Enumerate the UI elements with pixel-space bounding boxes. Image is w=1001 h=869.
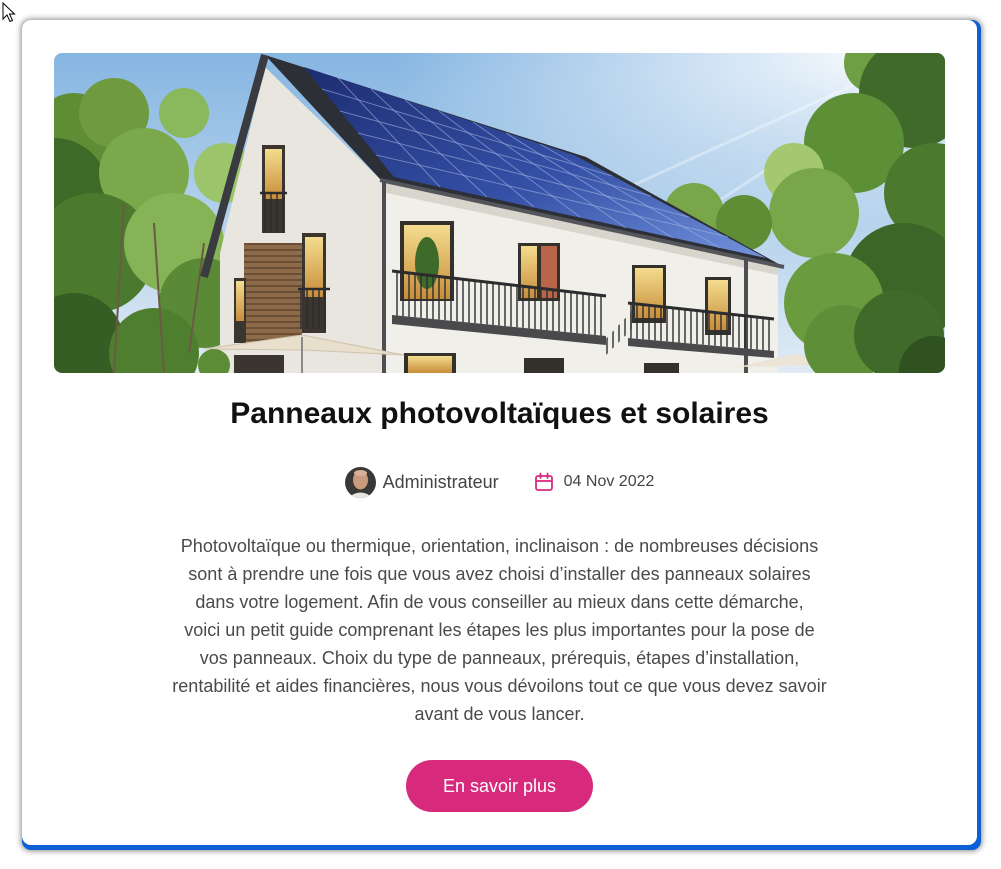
excerpt-line: voici un petit guide comprenant les étap… xyxy=(184,620,815,640)
post-date: 04 Nov 2022 xyxy=(563,473,655,490)
excerpt-line: vos panneaux. Choix du type de panneaux,… xyxy=(199,648,800,668)
excerpt-line: rentabilité et aides financières, nous v… xyxy=(172,676,827,696)
author-avatar xyxy=(344,466,376,498)
excerpt-line: sont à prendre une fois que vous avez ch… xyxy=(188,564,811,584)
calendar-icon xyxy=(534,472,554,492)
excerpt-line: Photovoltaïque ou thermique, orientation… xyxy=(180,536,819,556)
author-name[interactable]: Administrateur xyxy=(383,472,499,493)
excerpt-line: avant de vous lancer. xyxy=(414,704,585,724)
post-title[interactable]: Panneaux photovoltaïques et solaires xyxy=(22,393,977,435)
read-more-button[interactable]: En savoir plus xyxy=(406,760,593,812)
mouse-pointer-icon xyxy=(2,1,16,23)
post-image[interactable] xyxy=(54,53,945,373)
post-meta: Administrateur 04 Nov 2022 xyxy=(22,465,977,499)
blog-post-card: Panneaux photovoltaïques et solaires Adm… xyxy=(22,20,977,845)
excerpt-line: dans votre logement. Afin de vous consei… xyxy=(195,592,804,612)
post-excerpt: Photovoltaïque ou thermique, orientation… xyxy=(22,532,977,728)
